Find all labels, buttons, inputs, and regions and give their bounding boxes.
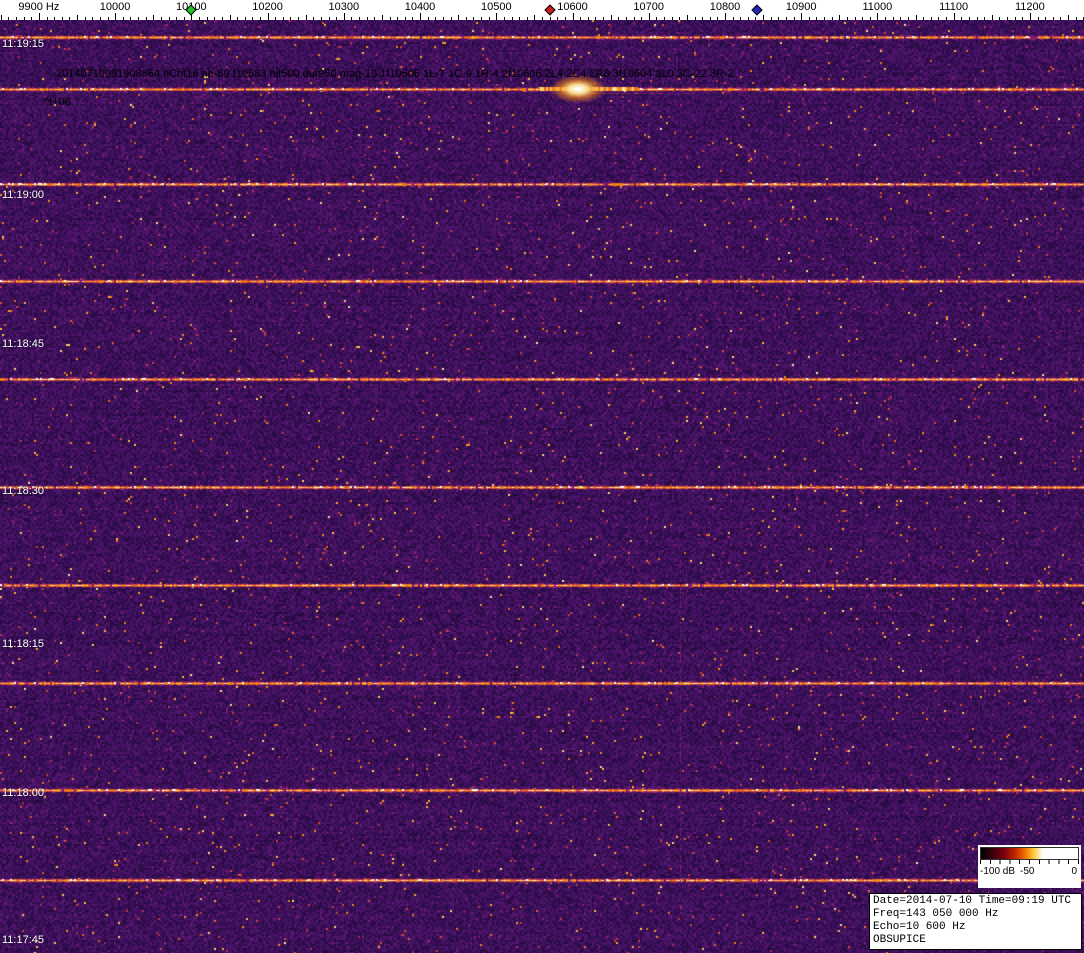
time-offset-label: ^t+08 [44, 96, 71, 108]
waterfall-area: 20140710091908664 hCnt16 nb-89 f10583 hi… [0, 20, 1084, 953]
blue-diamond-marker [751, 4, 762, 15]
freq-tick-label: 10300 [329, 1, 360, 13]
colorbar-labels: -100 dB -50 0 [980, 864, 1079, 878]
freq-tick [649, 13, 650, 20]
info-line: Echo=10 600 Hz [873, 921, 1078, 934]
freq-tick [115, 13, 116, 20]
time-label: 11:19:00 [2, 189, 44, 201]
freq-tick-label: 10400 [405, 1, 436, 13]
time-label: 11:18:15 [2, 638, 44, 650]
freq-tick [725, 13, 726, 20]
freq-tick [573, 13, 574, 20]
freq-tick [496, 13, 497, 20]
frequency-ruler: 9900 Hz100001010010200103001040010500106… [0, 0, 1084, 20]
detection-annotation: 20140710091908664 hCnt16 nb-89 f10583 hi… [56, 68, 734, 80]
freq-tick-label: 10900 [786, 1, 817, 13]
freq-tick-label: 10600 [557, 1, 588, 13]
freq-tick-label: 10700 [633, 1, 664, 13]
freq-tick-label: 10000 [100, 1, 131, 13]
freq-tick-label: 11200 [1015, 1, 1045, 13]
freq-tick-label: 9900 Hz [18, 1, 59, 13]
time-label: 11:18:00 [2, 787, 44, 799]
freq-tick [39, 13, 40, 20]
freq-tick-label: 11000 [863, 1, 893, 13]
freq-tick [1030, 13, 1031, 20]
colorbar-max-label: 0 [1071, 866, 1077, 877]
freq-tick-label: 10500 [481, 1, 512, 13]
colorbar-gradient [980, 847, 1079, 860]
time-label: 11:17:45 [2, 934, 44, 946]
freq-tick [954, 13, 955, 20]
time-label: 11:19:15 [2, 38, 44, 50]
info-line: Date=2014-07-10 Time=09:19 UTC [873, 895, 1078, 908]
info-line: Freq=143 050 000 Hz [873, 908, 1078, 921]
observation-info-box: Date=2014-07-10 Time=09:19 UTC Freq=143 0… [869, 893, 1082, 950]
time-label: 11:18:45 [2, 338, 44, 350]
red-diamond-marker [544, 4, 555, 15]
intensity-colorbar: -100 dB -50 0 [978, 845, 1081, 888]
freq-tick [877, 13, 878, 20]
info-line: OBSUPICE [873, 934, 1078, 947]
freq-tick [420, 13, 421, 20]
freq-tick [801, 13, 802, 20]
meteor-spectrogram-screen: 9900 Hz100001010010200103001040010500106… [0, 0, 1084, 953]
freq-tick-label: 10800 [710, 1, 741, 13]
colorbar-min-label: -100 dB [980, 866, 1015, 877]
time-label: 11:18:30 [2, 485, 44, 497]
freq-tick [268, 13, 269, 20]
freq-tick-label: 11100 [939, 1, 968, 13]
freq-tick [344, 13, 345, 20]
spectrogram-canvas [0, 20, 1084, 953]
colorbar-mid-label: -50 [1020, 866, 1034, 877]
freq-tick-label: 10200 [252, 1, 283, 13]
